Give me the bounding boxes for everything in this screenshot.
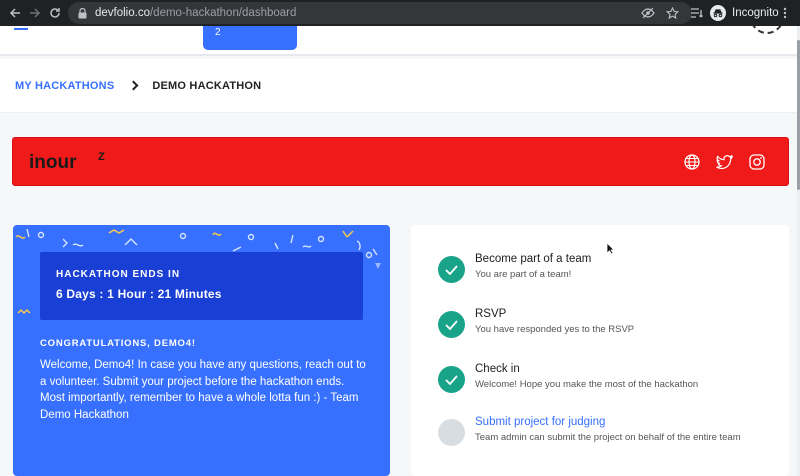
congrats-heading: CONGRATULATIONS, DEMO4!: [40, 338, 196, 349]
countdown-box: HACKATHON ENDS IN 6 Days : 1 Hour : 21 M…: [40, 252, 363, 320]
checklist-item-desc: Team admin can submit the project on beh…: [475, 432, 741, 443]
countdown-label: HACKATHON ENDS IN: [56, 269, 181, 280]
instagram-icon[interactable]: [748, 153, 766, 171]
incognito-profile[interactable]: Incognito: [710, 0, 779, 26]
checklist-item-team: Become part of a team You are part of a …: [438, 253, 592, 283]
check-icon: [438, 256, 465, 283]
checklist-item-title: RSVP: [475, 308, 507, 320]
tab-badge: 2: [215, 27, 221, 38]
profile-label: Incognito: [732, 7, 779, 19]
hackathon-countdown-card: HACKATHON ENDS IN 6 Days : 1 Hour : 21 M…: [13, 225, 390, 476]
breadcrumb-my-hackathons[interactable]: MY HACKATHONS: [15, 80, 114, 92]
address-bar[interactable]: devfolio.co/demo-hackathon/dashboard: [68, 2, 692, 24]
chevron-right-icon: [128, 80, 139, 91]
lock-icon: [78, 7, 87, 18]
brand-logo: inour Z: [29, 151, 105, 171]
browser-menu-icon[interactable]: [783, 0, 787, 26]
checklist-item-rsvp: RSVP You have responded yes to the RSVP: [438, 308, 635, 338]
submit-project-link[interactable]: Submit project for judging: [475, 416, 741, 428]
checklist-item-title: Become part of a team: [475, 253, 592, 265]
incognito-icon: [710, 5, 726, 21]
countdown-value: 6 Days : 1 Hour : 21 Minutes: [56, 287, 222, 301]
tracking-protection-icon[interactable]: [640, 5, 656, 21]
page-content: 2 MY HACKATHONS DEMO HACKATHON inour Z H…: [0, 26, 797, 476]
mouse-cursor-icon: [606, 242, 615, 255]
brand-name: inour: [29, 152, 77, 171]
checklist-item-checkin: Check in Welcome! Hope you make the most…: [438, 363, 699, 393]
pending-circle-icon: [438, 419, 465, 446]
forward-icon[interactable]: [25, 3, 45, 23]
browser-toolbar: devfolio.co/demo-hackathon/dashboard Inc…: [0, 0, 800, 26]
reading-list-icon[interactable]: [690, 0, 704, 26]
globe-icon[interactable]: [683, 153, 701, 171]
twitter-icon[interactable]: [715, 153, 733, 171]
checklist-item-desc: You have responded yes to the RSVP: [475, 324, 635, 335]
checklist-item-desc: You are part of a team!: [475, 269, 572, 280]
top-nav: 2: [0, 26, 797, 56]
back-icon[interactable]: [5, 3, 25, 23]
check-icon: [438, 311, 465, 338]
sponsor-banner: inour Z: [12, 137, 789, 186]
checklist-item-title: Check in: [475, 363, 520, 375]
active-tab[interactable]: 2: [203, 26, 297, 50]
welcome-message: Welcome, Demo4! In case you have any que…: [40, 359, 366, 421]
menu-icon[interactable]: [14, 26, 28, 30]
avatar[interactable]: [750, 26, 784, 34]
checklist-item-submit: Submit project for judging Team admin ca…: [438, 416, 741, 446]
brand-superscript: Z: [98, 151, 105, 163]
check-icon: [438, 366, 465, 393]
checklist-item-desc: Welcome! Hope you make the most of the h…: [475, 379, 699, 390]
bookmark-star-icon[interactable]: [664, 5, 680, 21]
reload-icon[interactable]: [45, 3, 65, 23]
checklist-card: Become part of a team You are part of a …: [411, 225, 789, 476]
breadcrumb-current: DEMO HACKATHON: [152, 79, 262, 92]
breadcrumb: MY HACKATHONS DEMO HACKATHON: [0, 59, 797, 113]
url-text: devfolio.co/demo-hackathon/dashboard: [95, 7, 297, 19]
